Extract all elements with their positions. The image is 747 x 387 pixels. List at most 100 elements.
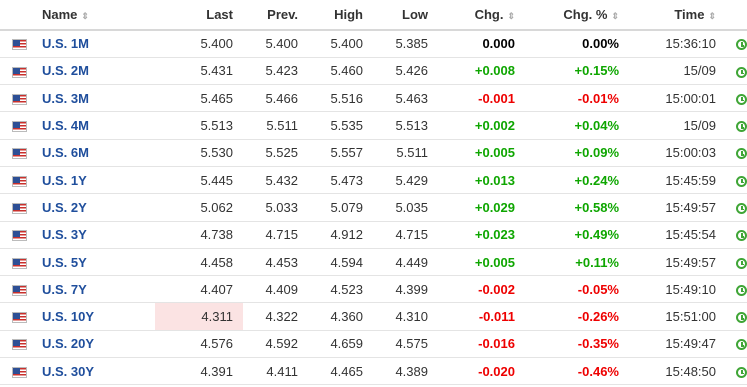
flag-cell [0,248,32,275]
flag-cell [0,276,32,303]
clock-icon [736,175,747,187]
table-row: U.S. 10Y 4.311 4.322 4.360 4.310 -0.011 -0.26%… [0,302,747,331]
status-cell [726,276,747,303]
last-cell: 5.400 [200,36,233,52]
table-row: U.S. 4M 5.513 5.511 5.535 5.513 +0.002 +0.04% 1… [0,112,747,140]
chg-pct-cell: -0.05% [577,281,619,297]
us-flag-icon [12,366,27,378]
chg-pct-header-label: Chg. % [563,7,608,22]
chg-pct-header[interactable]: Chg. % ⇕ [525,0,629,30]
high-cell: 5.460 [330,63,363,79]
low-cell: 4.449 [395,254,428,270]
instrument-link[interactable]: U.S. 3M [42,91,89,106]
time-cell: 15:49:47 [665,336,716,352]
name-cell: U.S. 30Y [32,358,155,385]
table-row: U.S. 1M 5.400 5.400 5.400 5.385 0.000 0.00% 15:… [0,30,747,58]
low-cell: 5.511 [396,145,428,161]
table-row: U.S. 7Y 4.407 4.409 4.523 4.399 -0.002 -0.05% 1… [0,276,747,303]
instrument-link[interactable]: U.S. 6M [42,145,89,160]
instrument-link[interactable]: U.S. 30Y [42,364,94,379]
instrument-link[interactable]: U.S. 4M [42,118,89,133]
status-header [726,0,747,30]
chg-header-label: Chg. [474,7,504,22]
chg-cell: +0.005 [474,145,515,161]
sort-icon[interactable]: ⇕ [708,11,716,21]
chg-cell: 0.000 [482,36,515,52]
high-cell: 5.400 [330,36,363,52]
sort-icon[interactable]: ⇕ [507,11,515,21]
high-cell: 5.557 [330,145,363,161]
time-header-label: Time [674,7,705,22]
flag-header [0,0,32,30]
instrument-link[interactable]: U.S. 3Y [42,227,87,242]
instrument-link[interactable]: U.S. 10Y [42,309,94,324]
name-cell: U.S. 7Y [32,276,155,303]
clock-icon [736,121,747,133]
us-flag-icon [12,148,27,160]
name-header-label: Name [42,7,78,22]
last-header: Last [206,7,233,22]
low-cell: 5.426 [395,63,428,79]
low-cell: 4.389 [395,363,428,379]
prev-cell: 5.466 [265,90,298,106]
flag-cell [0,330,32,357]
time-cell: 15:36:10 [665,36,716,52]
instrument-link[interactable]: U.S. 5Y [42,255,87,270]
high-cell: 4.659 [330,336,363,352]
time-cell: 15:51:00 [665,309,716,325]
flag-cell [0,221,32,248]
chg-header[interactable]: Chg. ⇕ [438,0,525,30]
prev-cell: 5.511 [266,118,298,134]
flag-cell [0,112,32,139]
time-cell: 15:49:57 [665,254,716,270]
clock-icon [736,339,747,351]
instrument-link[interactable]: U.S. 1Y [42,173,87,188]
instrument-link[interactable]: U.S. 2M [42,63,89,78]
chg-pct-cell: +0.04% [574,118,619,134]
time-header[interactable]: Time ⇕ [629,0,726,30]
high-header: High [334,7,363,22]
low-cell: 5.513 [395,118,428,134]
us-flag-icon [12,93,27,105]
sort-icon[interactable]: ⇕ [81,11,89,21]
chg-pct-cell: +0.58% [574,199,619,215]
us-flag-icon [12,202,27,214]
name-cell: U.S. 20Y [32,330,155,357]
name-header[interactable]: Name ⇕ [32,0,155,30]
name-cell: U.S. 3M [32,85,155,112]
prev-cell: 4.411 [266,363,298,379]
last-cell: 5.062 [200,199,233,215]
instrument-link[interactable]: U.S. 20Y [42,336,94,351]
chg-cell: +0.029 [474,199,515,215]
flag-cell [0,303,32,330]
chg-cell: -0.020 [478,363,515,379]
chg-pct-cell: -0.35% [577,336,619,352]
table-row: U.S. 3Y 4.738 4.715 4.912 4.715 +0.023 +0.49% 1… [0,221,747,249]
high-cell: 5.473 [330,172,363,188]
status-cell [726,221,747,248]
prev-cell: 4.409 [265,281,298,297]
time-cell: 15/09 [683,63,716,79]
chg-cell: -0.001 [478,90,515,106]
us-flag-icon [12,175,27,187]
instrument-link[interactable]: U.S. 2Y [42,200,87,215]
last-cell: 5.445 [200,172,233,188]
low-cell: 4.399 [395,281,428,297]
status-cell [726,358,747,385]
instrument-link[interactable]: U.S. 7Y [42,282,87,297]
us-flag-icon [12,312,27,324]
chg-pct-cell: +0.49% [574,227,619,243]
chg-pct-cell: +0.15% [574,63,619,79]
sort-icon[interactable]: ⇕ [611,11,619,21]
chg-pct-cell: -0.01% [577,90,619,106]
low-cell: 4.310 [395,309,428,325]
chg-cell: +0.008 [474,63,515,79]
instrument-link[interactable]: U.S. 1M [42,36,89,51]
high-cell: 5.079 [330,199,363,215]
high-cell: 4.594 [330,254,363,270]
time-cell: 15:45:54 [665,227,716,243]
low-cell: 4.715 [395,227,428,243]
clock-icon [736,284,747,296]
high-cell: 4.360 [330,309,363,325]
last-cell: 4.391 [200,363,233,379]
